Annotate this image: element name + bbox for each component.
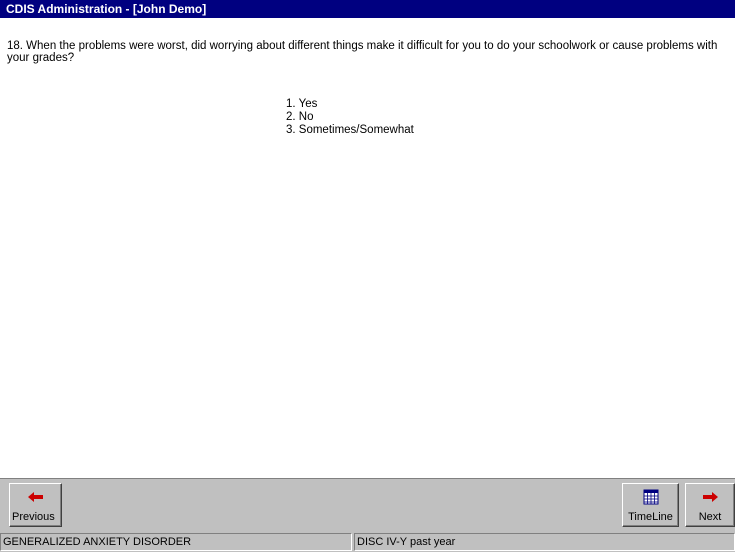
calendar-icon [623,489,678,505]
answer-options: 1. Yes 2. No 3. Sometimes/Somewhat [286,98,414,137]
option-yes[interactable]: 1. Yes [286,98,414,111]
option-sometimes[interactable]: 3. Sometimes/Somewhat [286,124,414,137]
status-bar: GENERALIZED ANXIETY DISORDER DISC IV-Y p… [0,531,735,552]
timeline-label: TimeLine [628,511,673,523]
next-button[interactable]: Next [685,483,735,527]
next-label: Next [698,511,722,523]
previous-button[interactable]: Previous [9,483,62,527]
status-instrument: DISC IV-Y past year [354,533,735,551]
navigation-bar: Previous TimeLine Next [0,478,735,531]
question-text: 18. When the problems were worst, did wo… [7,40,718,64]
previous-label: Previous [12,511,55,523]
option-no[interactable]: 2. No [286,111,414,124]
status-module: GENERALIZED ANXIETY DISORDER [0,533,352,551]
window-title: CDIS Administration - [John Demo] [0,0,735,18]
timeline-button[interactable]: TimeLine [622,483,679,527]
red-left-arrow-icon [10,489,61,505]
red-right-arrow-icon [686,489,734,505]
question-area: 18. When the problems were worst, did wo… [0,18,735,478]
